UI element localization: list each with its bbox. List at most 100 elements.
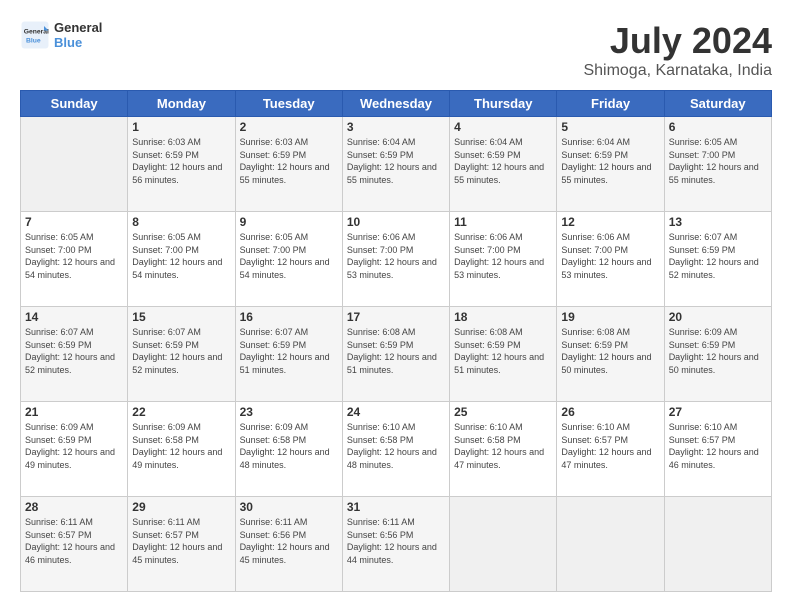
table-row [450, 497, 557, 592]
table-row: 30 Sunrise: 6:11 AMSunset: 6:56 PMDayligh… [235, 497, 342, 592]
day-info: Sunrise: 6:08 AMSunset: 6:59 PMDaylight:… [454, 326, 552, 376]
title-section: July 2024 Shimoga, Karnataka, India [583, 20, 772, 80]
subtitle: Shimoga, Karnataka, India [583, 62, 772, 80]
week-row-1: 1 Sunrise: 6:03 AMSunset: 6:59 PMDaylight… [21, 117, 772, 212]
day-number: 9 [240, 215, 338, 229]
table-row: 23 Sunrise: 6:09 AMSunset: 6:58 PMDayligh… [235, 402, 342, 497]
logo-line2: Blue [54, 35, 102, 50]
day-number: 21 [25, 405, 123, 419]
day-info: Sunrise: 6:05 AMSunset: 7:00 PMDaylight:… [25, 231, 123, 281]
day-info: Sunrise: 6:11 AMSunset: 6:57 PMDaylight:… [25, 516, 123, 566]
day-info: Sunrise: 6:04 AMSunset: 6:59 PMDaylight:… [347, 136, 445, 186]
day-info: Sunrise: 6:11 AMSunset: 6:56 PMDaylight:… [347, 516, 445, 566]
day-number: 22 [132, 405, 230, 419]
table-row: 17Sunrise: 6:08 AMSunset: 6:59 PMDayligh… [342, 307, 449, 402]
table-row: 19 Sunrise: 6:08 AMSunset: 6:59 PMDayligh… [557, 307, 664, 402]
day-info: Sunrise: 6:09 AMSunset: 6:58 PMDaylight:… [132, 421, 230, 471]
week-row-2: 7 Sunrise: 6:05 AMSunset: 7:00 PMDaylight… [21, 212, 772, 307]
table-row: 20Sunrise: 6:09 AMSunset: 6:59 PMDayligh… [664, 307, 771, 402]
col-thursday: Thursday [450, 91, 557, 117]
page: General Blue General Blue July 2024 Shim… [0, 0, 792, 612]
table-row: 31 Sunrise: 6:11 AMSunset: 6:56 PMDayligh… [342, 497, 449, 592]
week-row-3: 14 Sunrise: 6:07 AMSunset: 6:59 PMDayligh… [21, 307, 772, 402]
week-row-5: 28Sunrise: 6:11 AMSunset: 6:57 PMDayligh… [21, 497, 772, 592]
day-number: 13 [669, 215, 767, 229]
day-number: 19 [561, 310, 659, 324]
table-row: 3Sunrise: 6:04 AMSunset: 6:59 PMDaylight… [342, 117, 449, 212]
table-row [664, 497, 771, 592]
day-number: 27 [669, 405, 767, 419]
day-info: Sunrise: 6:11 AMSunset: 6:56 PMDaylight:… [240, 516, 338, 566]
col-saturday: Saturday [664, 91, 771, 117]
table-row: 16 Sunrise: 6:07 AMSunset: 6:59 PMDayligh… [235, 307, 342, 402]
day-number: 5 [561, 120, 659, 134]
day-number: 2 [240, 120, 338, 134]
table-row: 15Sunrise: 6:07 AMSunset: 6:59 PMDayligh… [128, 307, 235, 402]
day-info: Sunrise: 6:06 AMSunset: 7:00 PMDaylight:… [454, 231, 552, 281]
table-row: 26 Sunrise: 6:10 AMSunset: 6:57 PMDayligh… [557, 402, 664, 497]
table-row: 11Sunrise: 6:06 AMSunset: 7:00 PMDayligh… [450, 212, 557, 307]
day-number: 23 [240, 405, 338, 419]
table-row [21, 117, 128, 212]
table-row: 28Sunrise: 6:11 AMSunset: 6:57 PMDayligh… [21, 497, 128, 592]
day-number: 4 [454, 120, 552, 134]
table-row: 18 Sunrise: 6:08 AMSunset: 6:59 PMDayligh… [450, 307, 557, 402]
table-row: 5 Sunrise: 6:04 AMSunset: 6:59 PMDaylight… [557, 117, 664, 212]
day-number: 25 [454, 405, 552, 419]
day-info: Sunrise: 6:10 AMSunset: 6:58 PMDaylight:… [454, 421, 552, 471]
table-row: 21 Sunrise: 6:09 AMSunset: 6:59 PMDayligh… [21, 402, 128, 497]
day-info: Sunrise: 6:07 AMSunset: 6:59 PMDaylight:… [669, 231, 767, 281]
day-info: Sunrise: 6:03 AMSunset: 6:59 PMDaylight:… [132, 136, 230, 186]
day-info: Sunrise: 6:09 AMSunset: 6:58 PMDaylight:… [240, 421, 338, 471]
day-info: Sunrise: 6:10 AMSunset: 6:57 PMDaylight:… [669, 421, 767, 471]
table-row: 7 Sunrise: 6:05 AMSunset: 7:00 PMDaylight… [21, 212, 128, 307]
table-row: 27 Sunrise: 6:10 AMSunset: 6:57 PMDayligh… [664, 402, 771, 497]
logo: General Blue General Blue [20, 20, 102, 50]
day-number: 30 [240, 500, 338, 514]
day-info: Sunrise: 6:04 AMSunset: 6:59 PMDaylight:… [454, 136, 552, 186]
day-number: 12 [561, 215, 659, 229]
logo-line1: General [54, 20, 102, 35]
table-row: 22 Sunrise: 6:09 AMSunset: 6:58 PMDayligh… [128, 402, 235, 497]
day-number: 6 [669, 120, 767, 134]
day-info: Sunrise: 6:09 AMSunset: 6:59 PMDaylight:… [25, 421, 123, 471]
day-info: Sunrise: 6:07 AMSunset: 6:59 PMDaylight:… [240, 326, 338, 376]
day-number: 7 [25, 215, 123, 229]
table-row: 8Sunrise: 6:05 AMSunset: 7:00 PMDaylight… [128, 212, 235, 307]
day-info: Sunrise: 6:04 AMSunset: 6:59 PMDaylight:… [561, 136, 659, 186]
table-row: 24Sunrise: 6:10 AMSunset: 6:58 PMDayligh… [342, 402, 449, 497]
day-number: 10 [347, 215, 445, 229]
day-info: Sunrise: 6:11 AMSunset: 6:57 PMDaylight:… [132, 516, 230, 566]
day-number: 15 [132, 310, 230, 324]
table-row: 29 Sunrise: 6:11 AMSunset: 6:57 PMDayligh… [128, 497, 235, 592]
table-row: 2 Sunrise: 6:03 AMSunset: 6:59 PMDaylight… [235, 117, 342, 212]
col-friday: Friday [557, 91, 664, 117]
day-number: 1 [132, 120, 230, 134]
day-number: 20 [669, 310, 767, 324]
day-number: 29 [132, 500, 230, 514]
col-tuesday: Tuesday [235, 91, 342, 117]
calendar-table: Sunday Monday Tuesday Wednesday Thursday… [20, 90, 772, 592]
col-sunday: Sunday [21, 91, 128, 117]
header: General Blue General Blue July 2024 Shim… [20, 20, 772, 80]
main-title: July 2024 [583, 20, 772, 62]
day-number: 31 [347, 500, 445, 514]
day-number: 14 [25, 310, 123, 324]
table-row: 1 Sunrise: 6:03 AMSunset: 6:59 PMDaylight… [128, 117, 235, 212]
day-info: Sunrise: 6:10 AMSunset: 6:57 PMDaylight:… [561, 421, 659, 471]
day-number: 8 [132, 215, 230, 229]
day-info: Sunrise: 6:06 AMSunset: 7:00 PMDaylight:… [347, 231, 445, 281]
logo-icon: General Blue [20, 20, 50, 50]
table-row: 10 Sunrise: 6:06 AMSunset: 7:00 PMDayligh… [342, 212, 449, 307]
day-info: Sunrise: 6:03 AMSunset: 6:59 PMDaylight:… [240, 136, 338, 186]
day-number: 26 [561, 405, 659, 419]
svg-text:Blue: Blue [26, 38, 41, 45]
day-number: 18 [454, 310, 552, 324]
table-row [557, 497, 664, 592]
day-info: Sunrise: 6:08 AMSunset: 6:59 PMDaylight:… [561, 326, 659, 376]
day-number: 16 [240, 310, 338, 324]
table-row: 14Sunrise: 6:07 AMSunset: 6:59 PMDayligh… [21, 307, 128, 402]
table-row: 9Sunrise: 6:05 AMSunset: 7:00 PMDaylight… [235, 212, 342, 307]
day-info: Sunrise: 6:08 AMSunset: 6:59 PMDaylight:… [347, 326, 445, 376]
calendar-header-row: Sunday Monday Tuesday Wednesday Thursday… [21, 91, 772, 117]
